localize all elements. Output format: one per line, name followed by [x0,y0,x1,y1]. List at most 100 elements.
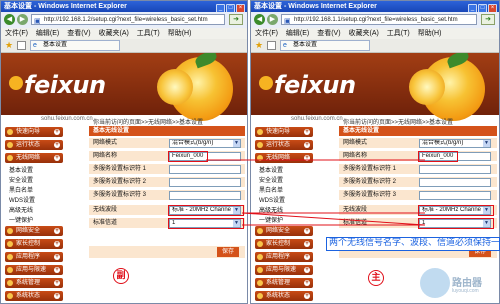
select-field[interactable]: 混合模式(b/g/n) ▼ [169,139,241,148]
forward-icon[interactable]: ▶ [267,14,278,25]
sidebar-item[interactable]: + 系统状态 [255,291,313,301]
sidebar-item[interactable]: 基本设置 [5,166,63,176]
go-icon[interactable]: ➜ [481,14,495,25]
sidebar-item[interactable]: 一键保护 [255,216,313,226]
bullet-icon [257,267,263,273]
expand-icon[interactable]: + [54,241,60,247]
expand-icon[interactable]: + [304,228,310,234]
menu-view[interactable]: 查看(V) [317,30,340,37]
tab-basic-settings[interactable]: e 基本设置 [280,40,370,51]
favorites-star-icon[interactable]: ★ [255,40,263,51]
sidebar-item[interactable]: + 应用与限速 [5,265,63,275]
close-button[interactable]: × [236,4,245,12]
maximize-button[interactable]: □ [478,4,487,12]
menu-favorites[interactable]: 收藏夹(A) [349,30,379,37]
menu-view[interactable]: 查看(V) [67,30,90,37]
expand-icon[interactable]: + [304,280,310,286]
sidebar-item[interactable]: + 网络安全 [5,226,63,236]
sidebar-item[interactable]: + 系统管理 [5,278,63,288]
text-field[interactable] [169,178,241,187]
sidebar-item[interactable]: + 系统状态 [5,291,63,301]
menu-file[interactable]: 文件(F) [255,30,278,37]
sidebar-item[interactable]: + 应用程序 [5,252,63,262]
ie-icon: e [33,42,37,49]
sidebar-item[interactable]: + 网络安全 [255,226,313,236]
menu-edit[interactable]: 编辑(E) [36,30,59,37]
sidebar-item[interactable]: + 家长控制 [255,239,313,249]
expand-icon[interactable]: + [54,293,60,299]
expand-icon[interactable]: + [54,228,60,234]
text-field[interactable] [169,191,241,200]
sidebar-item[interactable]: 基本设置 [255,166,313,176]
menu-help[interactable]: 帮助(H) [168,30,192,37]
sidebar-item[interactable]: 高级无线 [5,206,63,216]
title-bar: 基本设置 - Windows Internet Explorer _ □ × [1,1,247,12]
select-field[interactable]: 混合模式(b/g/n) ▼ [419,139,491,148]
maximize-button[interactable]: □ [226,4,235,12]
sidebar-item[interactable]: + 运行状态 [255,140,313,150]
sidebar-item[interactable]: 安全设置 [255,176,313,186]
back-icon[interactable]: ◀ [4,14,15,25]
favorites-star-icon[interactable]: ★ [5,40,13,51]
sidebar-item[interactable]: 黑白名单 [255,186,313,196]
sidebar-item-label: 高级无线 [9,208,34,214]
expand-icon[interactable]: + [54,142,60,148]
back-icon[interactable]: ◀ [254,14,265,25]
expand-icon[interactable]: + [304,254,310,260]
expand-icon[interactable]: + [304,129,310,135]
expand-icon[interactable]: + [304,142,310,148]
tab-basic-settings[interactable]: e 基本设置 [30,40,120,51]
sidebar-item[interactable]: + 系统管理 [255,278,313,288]
menu-help[interactable]: 帮助(H) [418,30,442,37]
tab-grid-icon[interactable] [17,41,26,50]
close-button[interactable]: × [488,4,497,12]
text-field[interactable] [169,165,241,174]
field-label: 多服务设置标识符 3 [93,192,147,198]
text-field[interactable] [419,178,491,187]
expand-icon[interactable]: + [54,267,60,273]
forward-icon[interactable]: ▶ [17,14,28,25]
menu-favorites[interactable]: 收藏夹(A) [99,30,129,37]
save-button[interactable]: 保存 [217,247,239,257]
sidebar-item[interactable]: WDS设置 [5,196,63,206]
sidebar-item[interactable]: 一键保护 [5,216,63,226]
menu-tools[interactable]: 工具(T) [387,30,410,37]
sidebar-item[interactable]: 安全设置 [5,176,63,186]
expand-icon[interactable]: + [304,267,310,273]
expand-icon[interactable]: + [304,293,310,299]
text-field[interactable] [419,191,491,200]
field-label: 网络名称 [93,153,118,159]
expand-icon[interactable]: + [54,254,60,260]
url-input[interactable]: ▣ http://192.168.1.1/setup.cgi?next_file… [281,14,477,25]
minimize-button[interactable]: _ [216,4,225,12]
sidebar-item[interactable]: 黑白名单 [5,186,63,196]
chevron-down-icon[interactable]: ▼ [483,140,490,147]
expand-icon[interactable]: + [54,129,60,135]
expand-icon[interactable]: + [304,155,310,161]
expand-icon[interactable]: + [54,280,60,286]
sidebar-item[interactable]: + 应用与限速 [255,265,313,275]
chevron-down-icon[interactable]: ▼ [233,140,240,147]
sidebar-item[interactable]: + 应用程序 [255,252,313,262]
menu-tools[interactable]: 工具(T) [137,30,160,37]
field-label: 多服务设置标识符 2 [343,179,397,185]
sidebar-item-label: 安全设置 [9,178,34,184]
sidebar-item[interactable]: + 快速向导 [5,127,63,137]
minimize-button[interactable]: _ [468,4,477,12]
form-row: 多服务设置标识符 2 [89,177,245,188]
sidebar-item[interactable]: + 无线网络 [5,153,63,163]
sidebar-item[interactable]: + 家长控制 [5,239,63,249]
go-icon[interactable]: ➜ [229,14,243,25]
expand-icon[interactable]: + [54,155,60,161]
menu-edit[interactable]: 编辑(E) [286,30,309,37]
sidebar-item[interactable]: + 无线网络 [255,153,313,163]
sidebar-item[interactable]: + 快速向导 [255,127,313,137]
sidebar-item[interactable]: WDS设置 [255,196,313,206]
menu-file[interactable]: 文件(F) [5,30,28,37]
expand-icon[interactable]: + [304,241,310,247]
sidebar-item[interactable]: + 运行状态 [5,140,63,150]
url-input[interactable]: ▣ http://192.168.1.2/setup.cgi?next_file… [31,14,225,25]
text-field[interactable] [419,165,491,174]
sidebar-item[interactable]: 高级无线 [255,206,313,216]
tab-grid-icon[interactable] [267,41,276,50]
